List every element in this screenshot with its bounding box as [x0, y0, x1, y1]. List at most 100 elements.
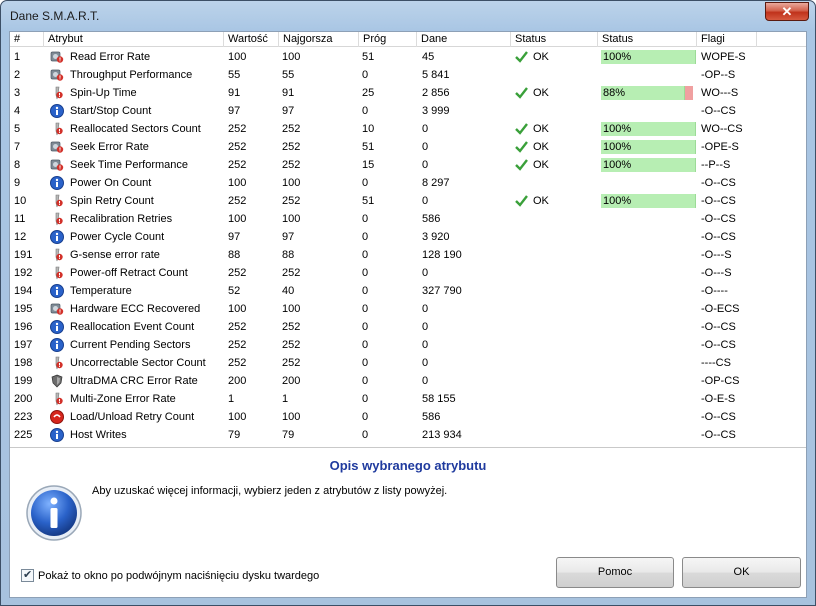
attribute-threshold: 0 [362, 267, 369, 279]
attribute-threshold: 0 [362, 411, 369, 423]
attribute-value: 88 [228, 249, 241, 261]
help-button[interactable]: Pomoc [556, 557, 674, 588]
column-header-flags[interactable]: Flagi [697, 32, 757, 47]
attribute-data: 586 [422, 213, 441, 225]
column-header-data[interactable]: Dane [417, 32, 511, 47]
attribute-value: 97 [228, 231, 241, 243]
attribute-name: Recalibration Retries [70, 213, 173, 225]
attribute-id: 194 [14, 285, 33, 297]
attribute-flags: -OP-CS [701, 375, 740, 387]
table-row[interactable]: 195 Hardware ECC Recovered 100 100 0 0 -O-ECS [10, 300, 806, 318]
show-on-doubleclick-label[interactable]: Pokaż to okno po podwójnym naciśnięciu d… [38, 570, 319, 582]
table-row[interactable]: 192 Power-off Retract Count 252 252 0 0 -O---S [10, 264, 806, 282]
smart-attribute-table[interactable]: # Atrybut Wartość Najgorsza Próg Dane St… [10, 32, 806, 448]
health-percent: 100% [603, 141, 632, 153]
attribute-threshold: 51 [362, 141, 375, 153]
attribute-value: 97 [228, 105, 241, 117]
attribute-name: Power On Count [70, 177, 152, 189]
attribute-data: 0 [422, 267, 429, 279]
table-row[interactable]: 12 Power Cycle Count 97 97 0 3 920 -O--CS [10, 228, 806, 246]
health-bar: 88% [601, 86, 696, 100]
attribute-id: 2 [14, 69, 21, 81]
attribute-name: Spin-Up Time [70, 87, 137, 99]
show-on-doubleclick-checkbox[interactable] [21, 568, 34, 582]
attribute-flags: -O-ECS [701, 303, 740, 315]
table-row[interactable]: 198 Uncorrectable Sector Count 252 252 0 0 ---… [10, 354, 806, 372]
close-button[interactable]: ✕ [765, 2, 809, 21]
status-cell: OK [515, 192, 595, 210]
description-text: Aby uzuskać więcej informacji, wybierz j… [92, 485, 448, 497]
health-bar: 100% [601, 122, 696, 136]
column-header-id[interactable]: # [10, 32, 44, 47]
column-header-worst[interactable]: Najgorsza [279, 32, 359, 47]
table-row[interactable]: 3 Spin-Up Time 91 91 25 2 856 OK 88% WO---S [10, 84, 806, 102]
table-row[interactable]: 4 Start/Stop Count 97 97 0 3 999 -O--CS [10, 102, 806, 120]
attribute-value: 252 [228, 321, 247, 333]
column-header-value[interactable]: Wartość [224, 32, 279, 47]
attribute-flags: -O--CS [701, 195, 736, 207]
table-row[interactable]: 223 Load/Unload Retry Count 100 100 0 586 -O--… [10, 408, 806, 426]
attribute-data: 3 999 [422, 105, 450, 117]
smart-window: Dane S.M.A.R.T. ✕ # Atrybut Wartość Najg… [0, 0, 816, 606]
attribute-data: 586 [422, 411, 441, 423]
attribute-worst: 79 [282, 429, 295, 441]
status-text: OK [533, 123, 549, 135]
attribute-name: Host Writes [70, 429, 127, 441]
attribute-name: Load/Unload Retry Count [70, 411, 195, 423]
status-cell: OK [515, 120, 595, 138]
attribute-name: Power-off Retract Count [70, 267, 188, 279]
table-row[interactable]: 8 Seek Time Performance 252 252 15 0 OK 100% --P… [10, 156, 806, 174]
table-row[interactable]: 196 Reallocation Event Count 252 252 0 0 -O--C… [10, 318, 806, 336]
title-bar[interactable]: Dane S.M.A.R.T. ✕ [1, 1, 815, 31]
table-row[interactable]: 1 Read Error Rate 100 100 51 45 OK 100% WOPE-S [10, 48, 806, 66]
table-row[interactable]: 194 Temperature 52 40 0 327 790 -O---- [10, 282, 806, 300]
table-row[interactable]: 225 Host Writes 79 79 0 213 934 -O--CS [10, 426, 806, 444]
show-on-doubleclick-option[interactable]: Pokaż to okno po podwójnym naciśnięciu d… [21, 568, 319, 582]
table-row[interactable]: 199 UltraDMA CRC Error Rate 200 200 0 0 -OP-CS [10, 372, 806, 390]
status-text: OK [533, 195, 549, 207]
table-row[interactable]: 2 Throughput Performance 55 55 0 5 841 -OP--S [10, 66, 806, 84]
attribute-threshold: 0 [362, 393, 369, 405]
check-icon [515, 159, 528, 171]
table-row[interactable]: 200 Multi-Zone Error Rate 1 1 0 58 155 -O-E-S [10, 390, 806, 408]
attribute-flags: -OP--S [701, 69, 736, 81]
attribute-flags: -O---S [701, 267, 732, 279]
table-row[interactable]: 11 Recalibration Retries 100 100 0 586 -O--CS [10, 210, 806, 228]
attribute-flags: -O--CS [701, 177, 736, 189]
attribute-id: 3 [14, 87, 21, 99]
attribute-flags: ----CS [701, 357, 731, 369]
attribute-data: 0 [422, 321, 429, 333]
ok-button[interactable]: OK [682, 557, 801, 588]
status-cell: OK [515, 48, 595, 66]
attribute-worst: 1 [282, 393, 289, 405]
attribute-name: Reallocation Event Count [70, 321, 195, 333]
column-header-status-bar[interactable]: Status [598, 32, 697, 47]
attribute-name: Multi-Zone Error Rate [70, 393, 176, 405]
attribute-data: 0 [422, 303, 429, 315]
attribute-worst: 252 [282, 321, 301, 333]
column-header-attribute[interactable]: Atrybut [44, 32, 224, 47]
table-row[interactable]: 191 G-sense error rate 88 88 0 128 190 -O---S [10, 246, 806, 264]
column-header-status[interactable]: Status [511, 32, 598, 47]
attribute-flags: -O--CS [701, 339, 736, 351]
attribute-value: 252 [228, 159, 247, 171]
attribute-value: 252 [228, 195, 247, 207]
check-icon [515, 87, 528, 99]
table-row[interactable]: 9 Power On Count 100 100 0 8 297 -O--CS [10, 174, 806, 192]
table-row[interactable]: 197 Current Pending Sectors 252 252 0 0 -O--CS [10, 336, 806, 354]
health-bar: 100% [601, 140, 696, 154]
column-header-threshold[interactable]: Próg [359, 32, 417, 47]
attribute-data: 45 [422, 51, 435, 63]
attribute-worst: 88 [282, 249, 295, 261]
attribute-data: 0 [422, 123, 429, 135]
table-row[interactable]: 7 Seek Error Rate 252 252 51 0 OK 100% -OPE-S [10, 138, 806, 156]
health-percent: 100% [603, 51, 632, 63]
table-row[interactable]: 10 Spin Retry Count 252 252 51 0 OK 100% -O--CS [10, 192, 806, 210]
attribute-threshold: 15 [362, 159, 375, 171]
attribute-id: 8 [14, 159, 21, 171]
attribute-value: 52 [228, 285, 241, 297]
table-row[interactable]: 5 Reallocated Sectors Count 252 252 10 0 OK 100… [10, 120, 806, 138]
attribute-data: 0 [422, 141, 429, 153]
attribute-worst: 252 [282, 123, 301, 135]
attribute-id: 11 [14, 213, 26, 225]
